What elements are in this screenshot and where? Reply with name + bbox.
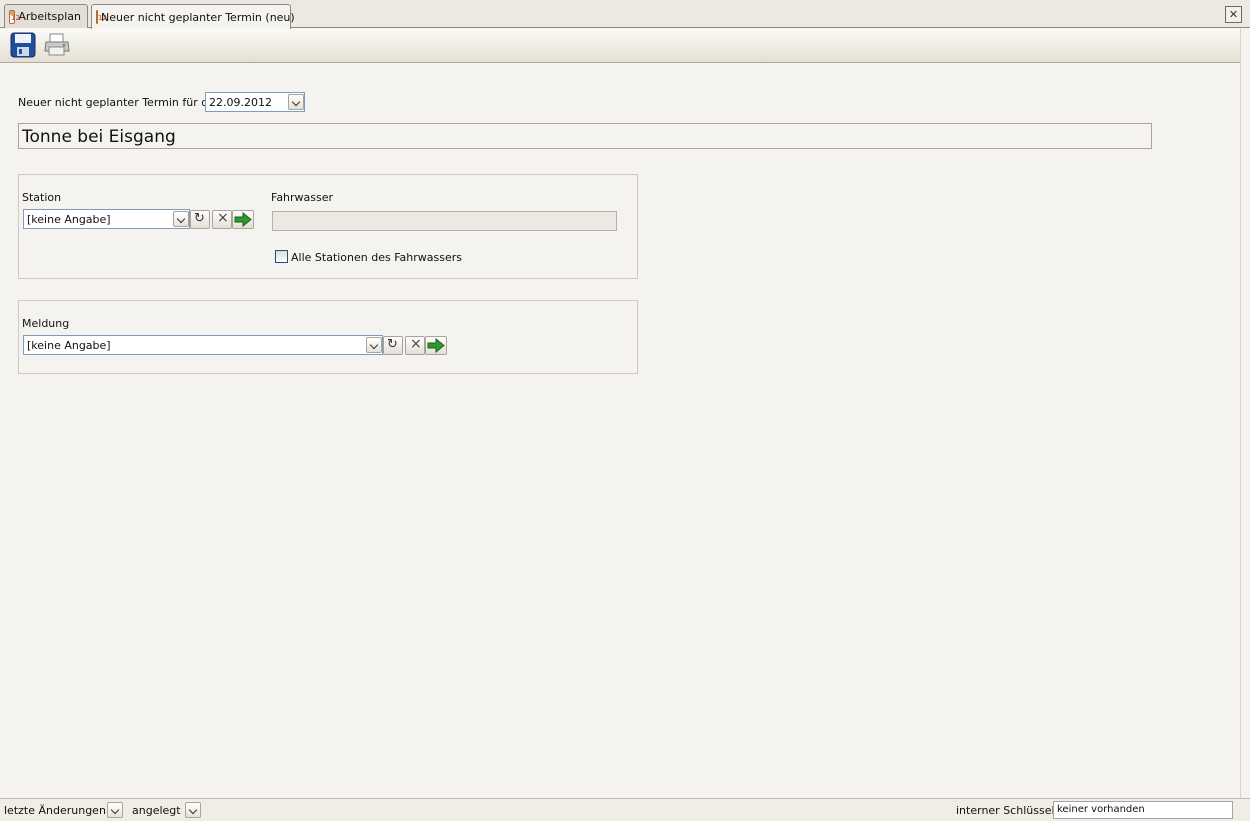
date-label: Neuer nicht geplanter Termin für den xyxy=(18,96,222,109)
meldung-value: [keine Angabe] xyxy=(27,339,111,352)
fahrwasser-field xyxy=(272,211,617,231)
meldung-label: Meldung xyxy=(22,317,70,330)
tab-neuer-termin[interactable]: Neuer nicht geplanter Termin (neu) xyxy=(91,4,295,29)
save-icon xyxy=(10,32,36,58)
date-picker[interactable]: 22.09.2012 xyxy=(205,92,305,112)
alle-stationen-checkbox[interactable] xyxy=(275,250,288,263)
print-button[interactable] xyxy=(43,32,71,60)
fahrwasser-label: Fahrwasser xyxy=(271,191,334,204)
calendar-icon xyxy=(96,10,107,24)
key-label: interner Schlüssel xyxy=(956,804,1055,817)
close-icon[interactable]: ✕ xyxy=(1225,6,1242,23)
date-value: 22.09.2012 xyxy=(209,96,272,109)
toolbar xyxy=(0,29,1240,63)
station-select[interactable]: [keine Angabe] xyxy=(23,209,190,229)
save-button[interactable] xyxy=(10,32,38,60)
created-label: angelegt xyxy=(132,804,181,817)
tab-label: Neuer nicht geplanter Termin (neu) xyxy=(101,10,295,24)
station-label: Station xyxy=(22,191,62,204)
arrow-right-icon xyxy=(427,338,445,353)
tab-strip: Arbeitsplan Neuer nicht geplanter Termin… xyxy=(0,0,1250,29)
arrow-right-icon xyxy=(234,212,252,227)
meldung-goto-button[interactable] xyxy=(425,336,447,355)
key-value: keiner vorhanden xyxy=(1057,804,1145,815)
print-icon xyxy=(44,33,70,56)
station-clear-button[interactable] xyxy=(212,210,232,229)
status-bar: letzte Änderungen angelegt interner Schl… xyxy=(0,798,1250,821)
meldung-clear-button[interactable] xyxy=(405,336,425,355)
last-changes-dropdown[interactable] xyxy=(107,802,123,818)
checkbox-label[interactable]: Alle Stationen des Fahrwassers xyxy=(291,251,462,264)
title-input[interactable]: Tonne bei Eisgang xyxy=(18,123,1152,149)
chevron-down-icon[interactable] xyxy=(173,211,189,227)
created-dropdown[interactable] xyxy=(185,802,201,818)
meldung-refresh-button[interactable] xyxy=(383,336,403,355)
chevron-down-icon[interactable] xyxy=(288,94,304,110)
title-value: Tonne bei Eisgang xyxy=(22,127,176,147)
key-field: keiner vorhanden xyxy=(1053,801,1233,819)
meldung-select[interactable]: [keine Angabe] xyxy=(23,335,383,355)
vertical-scrollbar[interactable] xyxy=(1240,29,1250,799)
tab-label: Arbeitsplan xyxy=(18,10,81,23)
station-refresh-button[interactable] xyxy=(190,210,210,229)
last-changes-label: letzte Änderungen xyxy=(4,804,106,817)
calendar-icon xyxy=(9,9,21,24)
station-value: [keine Angabe] xyxy=(27,213,111,226)
chevron-down-icon[interactable] xyxy=(366,337,382,353)
station-goto-button[interactable] xyxy=(232,210,254,229)
tab-arbeitsplan[interactable]: Arbeitsplan xyxy=(4,4,88,28)
